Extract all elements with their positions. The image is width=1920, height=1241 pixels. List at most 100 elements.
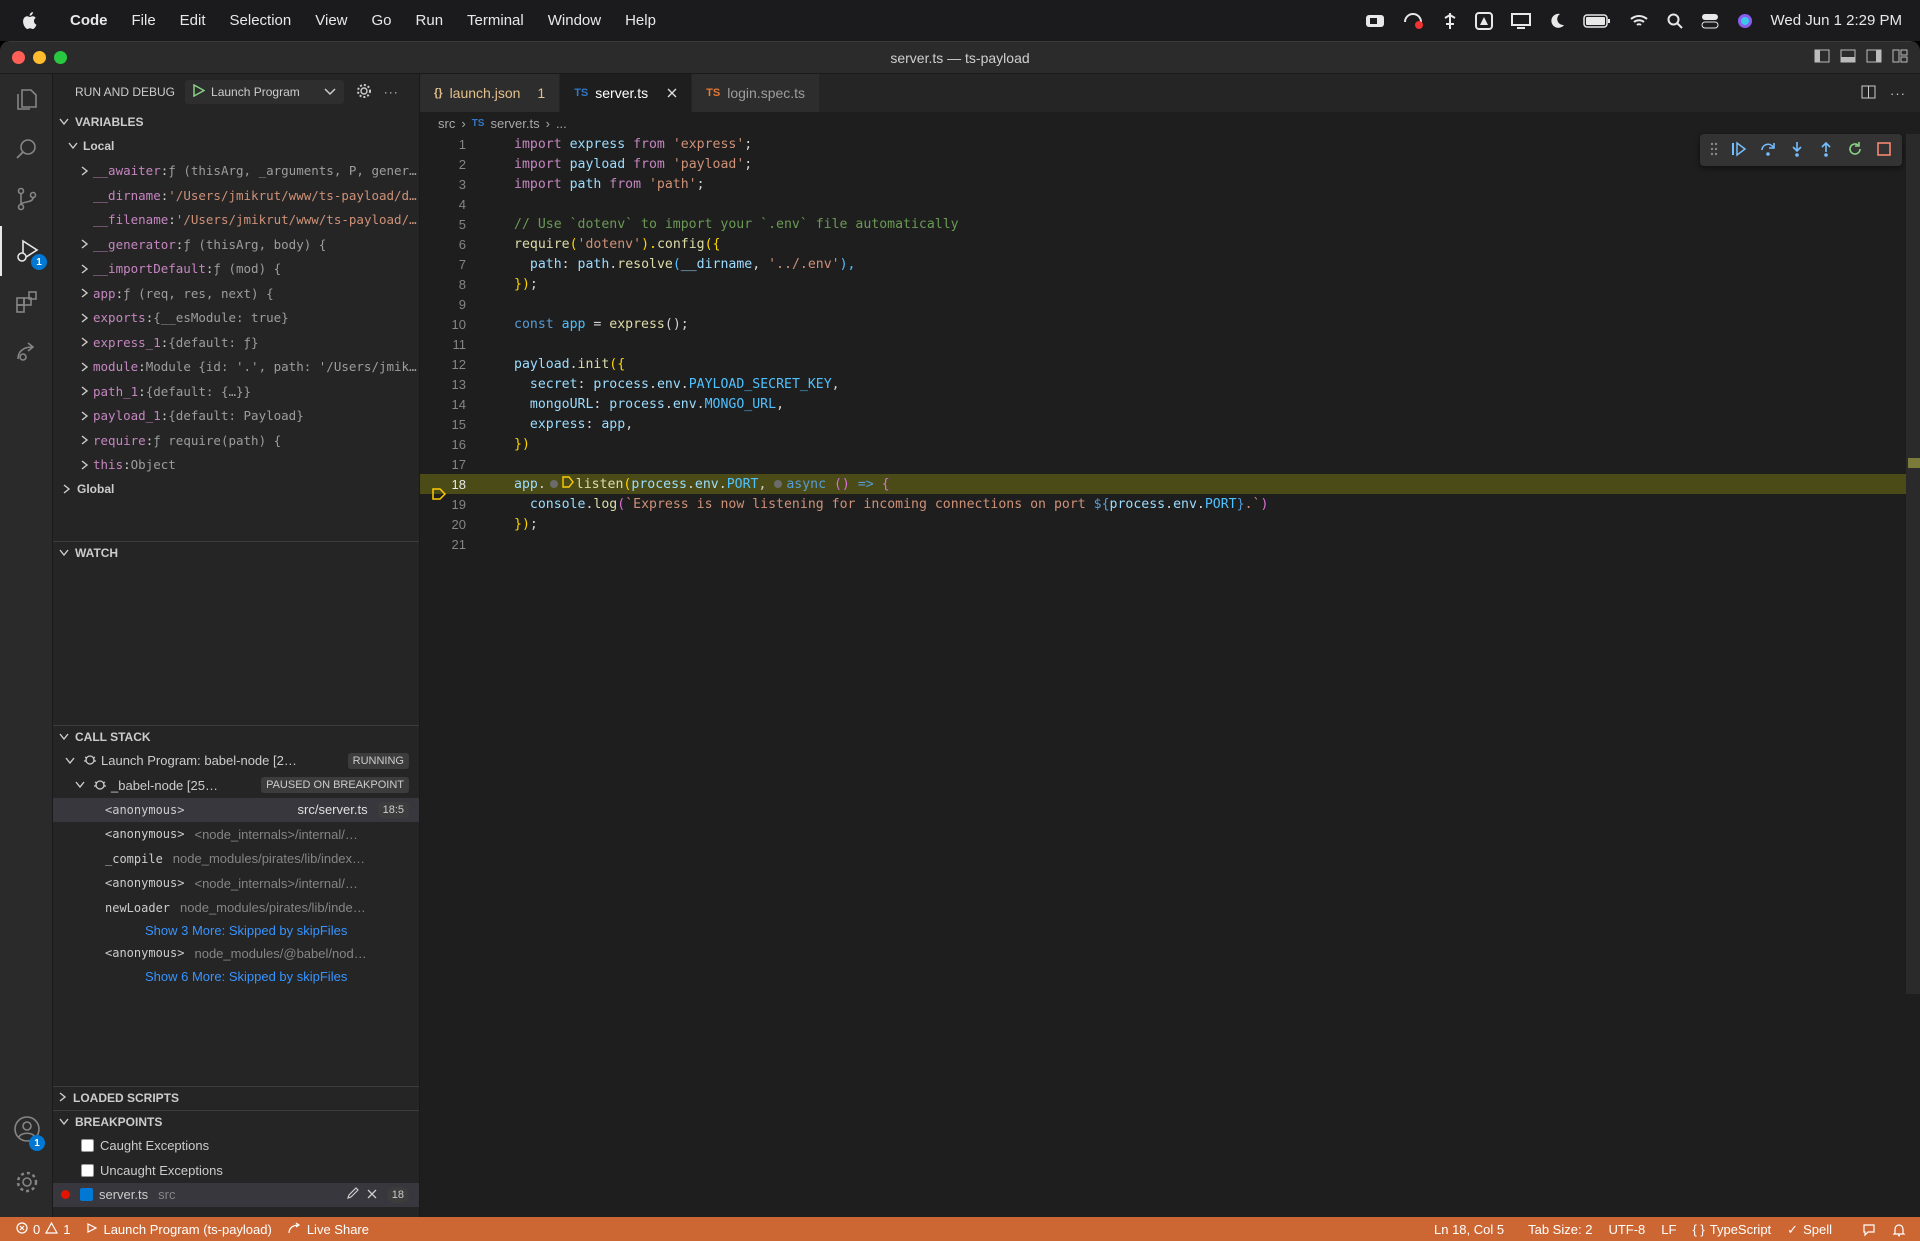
menu-terminal[interactable]: Terminal (455, 12, 536, 29)
edit-breakpoint-icon[interactable] (346, 1186, 359, 1203)
step-into-icon[interactable] (1789, 141, 1805, 160)
debug-launch-status[interactable]: Launch Program (ts-payload) (78, 1222, 279, 1237)
customize-layout-icon[interactable] (1892, 49, 1908, 66)
variable-item[interactable]: __filename: '/Users/jmikrut/www/ts-paylo… (53, 208, 419, 233)
variable-item[interactable]: __importDefault: ƒ (mod) { (53, 257, 419, 282)
code-editor[interactable]: 1 import express from 'express'; 2 import … (420, 134, 1920, 554)
manage-gear-icon[interactable] (0, 1157, 53, 1207)
tab-launch-json[interactable]: {} launch.json 1 (420, 74, 561, 112)
toggle-primary-sidebar-icon[interactable] (1814, 49, 1830, 66)
launch-config-dropdown[interactable]: Launch Program (185, 80, 344, 104)
remove-breakpoint-icon[interactable] (367, 1187, 377, 1202)
wifi-icon[interactable] (1629, 13, 1649, 29)
toggle-secondary-sidebar-icon[interactable] (1866, 49, 1882, 66)
close-window-button[interactable] (12, 51, 25, 64)
variable-item[interactable]: exports: {__esModule: true} (53, 306, 419, 331)
call-stack-section-header[interactable]: CALL STACK (53, 724, 419, 749)
dark-mode-icon[interactable] (1549, 13, 1565, 29)
breakpoint-row[interactable]: server.ts src 18 (53, 1182, 419, 1207)
menu-help[interactable]: Help (613, 12, 668, 29)
minimize-window-button[interactable] (33, 51, 46, 64)
variable-item[interactable]: express_1: {default: ƒ} (53, 330, 419, 355)
stack-frame[interactable]: <anonymous> <node_internals>/internal/… (53, 822, 419, 847)
display-icon[interactable] (1510, 12, 1531, 29)
more-actions-icon[interactable]: ··· (384, 85, 399, 99)
variable-item[interactable]: __dirname: '/Users/jmikrut/www/ts-payloa… (53, 183, 419, 208)
language-mode[interactable]: { } TypeScript (1684, 1222, 1779, 1237)
inline-breakpoint-icon[interactable] (774, 480, 783, 488)
menu-window[interactable]: Window (536, 12, 613, 29)
uncaught-exceptions-checkbox[interactable] (81, 1163, 94, 1177)
editor-more-actions-icon[interactable]: ··· (1890, 86, 1906, 101)
close-tab-icon[interactable] (667, 85, 677, 101)
drive-icon[interactable] (1474, 11, 1493, 30)
breadcrumb-symbol[interactable]: ... (556, 116, 567, 131)
global-scope[interactable]: Global (53, 477, 419, 502)
siri-icon[interactable] (1737, 13, 1753, 29)
stop-icon[interactable] (1876, 141, 1892, 160)
tab-login-spec-ts[interactable]: TS login.spec.ts (692, 74, 821, 112)
variable-item[interactable]: payload_1: {default: Payload} (53, 404, 419, 429)
variable-item[interactable]: require: ƒ require(path) { (53, 428, 419, 453)
spotlight-icon[interactable] (1667, 13, 1683, 29)
vpn-icon[interactable] (1443, 12, 1457, 30)
live-share-icon[interactable] (0, 327, 53, 377)
caught-exceptions-row[interactable]: Caught Exceptions (53, 1134, 419, 1159)
apple-menu-icon[interactable] (0, 11, 58, 30)
restart-icon[interactable] (1847, 141, 1863, 160)
end-of-line[interactable]: LF (1653, 1222, 1684, 1237)
breadcrumb-file[interactable]: server.ts (490, 116, 539, 131)
show-more-skipped-frames-link[interactable]: Show 3 More: Skipped by skipFiles (53, 920, 419, 941)
menu-run[interactable]: Run (404, 12, 456, 29)
maximize-window-button[interactable] (54, 51, 67, 64)
breakpoints-section-header[interactable]: BREAKPOINTS (53, 1109, 419, 1134)
run-and-debug-icon[interactable]: 1 (0, 226, 53, 276)
variable-item[interactable]: __awaiter: ƒ (thisArg, _arguments, P, ge… (53, 159, 419, 184)
call-stack-process[interactable]: Launch Program: babel-node [2… RUNNING (53, 749, 419, 774)
stack-frame[interactable]: newLoader node_modules/pirates/lib/inde… (53, 896, 419, 921)
control-center-icon[interactable] (1701, 13, 1719, 29)
drag-handle-icon[interactable] (1710, 142, 1718, 159)
tab-server-ts[interactable]: TS server.ts (560, 74, 693, 112)
caught-exceptions-checkbox[interactable] (81, 1139, 94, 1153)
source-control-icon[interactable] (0, 174, 53, 224)
menubar-clock[interactable]: Wed Jun 1 2:29 PM (1771, 12, 1902, 29)
variable-item[interactable]: __generator: ƒ (thisArg, body) { (53, 232, 419, 257)
variable-item[interactable]: module: Module {id: '.', path: '/Users/j… (53, 355, 419, 380)
feedback-icon[interactable] (1854, 1223, 1884, 1237)
step-over-icon[interactable] (1760, 141, 1776, 160)
menu-go[interactable]: Go (360, 12, 404, 29)
menu-app-name[interactable]: Code (58, 12, 120, 29)
start-debugging-icon[interactable] (193, 83, 206, 100)
menu-file[interactable]: File (120, 12, 168, 29)
accounts-icon[interactable]: 1 (0, 1104, 53, 1154)
local-scope[interactable]: Local (53, 134, 419, 159)
breakpoint-checkbox[interactable] (80, 1188, 93, 1202)
call-stack-thread[interactable]: _babel-node [25… PAUSED ON BREAKPOINT (53, 773, 419, 798)
stack-frame[interactable]: <anonymous> src/server.ts 18:5 (53, 797, 419, 822)
split-editor-icon[interactable] (1861, 85, 1876, 102)
variable-item[interactable]: this: Object (53, 453, 419, 478)
menu-selection[interactable]: Selection (218, 12, 304, 29)
stack-frame[interactable]: <anonymous> <node_internals>/internal/… (53, 871, 419, 896)
stack-frame[interactable]: <anonymous> node_modules/@babel/nod… (53, 941, 419, 966)
step-out-icon[interactable] (1818, 141, 1834, 160)
open-launch-json-gear-icon[interactable] (356, 83, 372, 102)
spell-check[interactable]: ✓ Spell (1779, 1222, 1840, 1238)
stack-frame[interactable]: _compile node_modules/pirates/lib/index… (53, 847, 419, 872)
watch-section-header[interactable]: WATCH (53, 540, 419, 565)
breadcrumb-folder[interactable]: src (438, 116, 455, 131)
inline-breakpoint-icon[interactable] (549, 480, 558, 488)
live-share-status[interactable]: Live Share (280, 1222, 377, 1237)
problems-indicator[interactable]: 0 1 (0, 1221, 78, 1237)
search-icon[interactable] (0, 124, 53, 174)
encoding[interactable]: UTF-8 (1600, 1222, 1653, 1237)
show-more-skipped-frames-link[interactable]: Show 6 More: Skipped by skipFiles (53, 966, 419, 987)
menu-view[interactable]: View (303, 12, 359, 29)
tab-size[interactable]: Tab Size: 2 (1520, 1222, 1600, 1237)
continue-icon[interactable] (1731, 141, 1747, 160)
extensions-icon[interactable] (0, 277, 53, 327)
menu-edit[interactable]: Edit (168, 12, 218, 29)
loaded-scripts-section-header[interactable]: LOADED SCRIPTS (53, 1085, 419, 1110)
zoom-icon[interactable] (1365, 13, 1385, 29)
